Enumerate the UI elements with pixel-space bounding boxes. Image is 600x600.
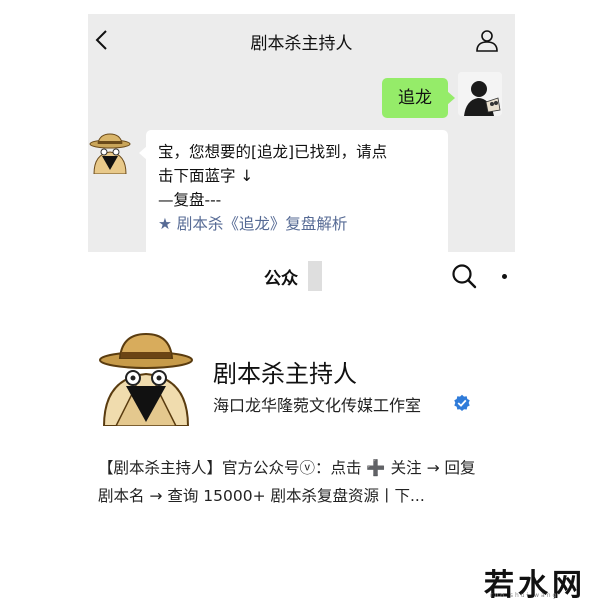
received-message-bubble: 宝，您想要的[追龙]已找到，请点 击下面蓝字 ↓ —复盘--- ★ 剧本杀《追龙… (139, 130, 448, 252)
chat-title: 剧本杀主持人 (250, 34, 353, 54)
recap-link[interactable]: ★ 剧本杀《追龙》复盘解析 (158, 212, 438, 236)
account-tab-label[interactable]: 公众 (264, 264, 298, 289)
account-name: 剧本杀主持人 (213, 360, 357, 388)
reply-line: 击下面蓝字 ↓ (158, 167, 254, 185)
profile-avatar[interactable] (96, 326, 196, 426)
search-icon[interactable] (451, 263, 477, 289)
description-line: 【剧本杀主持人】官方公众号ⓥ：点击 ➕ 关注 → 回复 (98, 459, 476, 477)
more-icon[interactable] (502, 274, 507, 279)
bot-avatar[interactable] (88, 130, 132, 174)
account-organization: 海口龙华隆菀文化传媒工作室 (213, 396, 422, 415)
reply-line: —复盘--- (158, 191, 222, 209)
user-avatar-image (458, 72, 502, 116)
chat-screenshot: 剧本杀主持人 追龙 宝，您想要的[追龙]已找到，请点 击下面蓝字 ↓ —复盘--… (88, 14, 515, 252)
description-line: 剧本名 → 查询 15000+ 剧本杀复盘资源丨下... (98, 487, 425, 505)
blurred-region (308, 261, 322, 291)
chat-header: 剧本杀主持人 (88, 14, 515, 66)
reply-line: 宝，您想要的[追龙]已找到，请点 (158, 143, 388, 161)
verified-icon (454, 394, 470, 411)
sent-message-bubble: 追龙 (382, 78, 455, 118)
site-watermark-subtitle: ruo shui wang (490, 592, 559, 599)
person-icon[interactable] (475, 28, 499, 52)
user-avatar[interactable] (458, 72, 502, 116)
account-description: 【剧本杀主持人】官方公众号ⓥ：点击 ➕ 关注 → 回复 剧本名 → 查询 150… (98, 454, 558, 510)
